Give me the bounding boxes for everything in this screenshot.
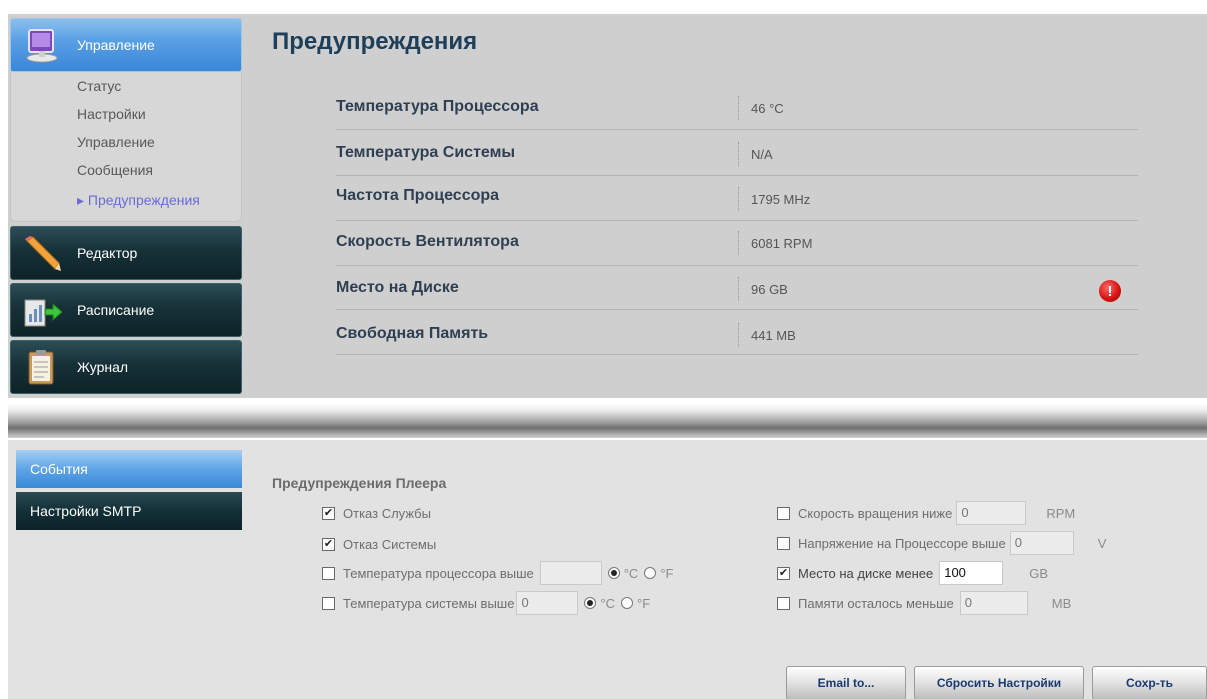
monitor-icon xyxy=(23,27,63,65)
disk-below-label: Место на диске менее xyxy=(798,565,934,581)
sys-temp-celsius-radio[interactable] xyxy=(584,597,597,609)
sys-temp-above-label: Температура системы выше xyxy=(343,595,515,611)
cpu-voltage-above-label: Напряжение на Процессоре выше xyxy=(798,535,1006,551)
service-failure-checkbox[interactable]: ✔ xyxy=(322,506,335,520)
system-failure-label: Отказ Системы xyxy=(343,536,437,552)
nav-management-label: Управление xyxy=(77,37,155,53)
fan-below-option: Скорость вращения ниже 0 RPM xyxy=(777,501,1075,525)
row-value-cpu-temp: 46 °C xyxy=(738,96,784,120)
tab-events[interactable]: События xyxy=(16,450,242,488)
clipboard-icon xyxy=(23,349,63,387)
disk-below-checkbox[interactable]: ✔ xyxy=(777,566,790,580)
cpu-temp-above-option: Температура процессора выше °C °F xyxy=(322,561,673,585)
nav-schedule-button[interactable]: Расписание xyxy=(10,283,242,337)
row-label-fan-speed: Скорость Вентилятора xyxy=(336,233,519,250)
submenu-settings[interactable]: Настройки xyxy=(77,106,146,122)
fan-below-label: Скорость вращения ниже xyxy=(798,505,953,521)
service-failure-label: Отказ Службы xyxy=(343,505,431,521)
system-failure-option: ✔ Отказ Системы xyxy=(322,532,436,556)
nav-editor-button[interactable]: Редактор xyxy=(10,226,242,280)
sys-temp-above-option: Температура системы выше 0 °C °F xyxy=(322,591,650,615)
disk-below-unit: GB xyxy=(1029,565,1049,581)
row-divider xyxy=(336,309,1138,310)
row-value-cpu-frequency: 1795 MHz xyxy=(738,187,810,211)
cpu-temp-celsius-radio[interactable] xyxy=(607,567,620,579)
cpu-temp-fahrenheit-radio[interactable] xyxy=(644,567,657,579)
memory-below-label: Памяти осталось меньше xyxy=(798,595,954,611)
tab-smtp-settings[interactable]: Настройки SMTP xyxy=(16,492,242,530)
sys-temp-fahrenheit-radio[interactable] xyxy=(621,597,634,609)
sys-temp-above-checkbox[interactable] xyxy=(322,596,335,610)
submenu-management[interactable]: Управление xyxy=(77,134,155,150)
nav-management-button[interactable]: Управление xyxy=(10,18,242,72)
memory-below-checkbox[interactable] xyxy=(777,596,790,610)
cpu-voltage-above-option: Напряжение на Процессоре выше 0 V xyxy=(777,531,1106,555)
row-label-system-temp: Температура Системы xyxy=(336,144,516,161)
row-divider xyxy=(336,220,1138,221)
pencil-icon xyxy=(23,235,63,273)
row-value-free-memory: 441 MB xyxy=(738,323,796,347)
cpu-voltage-above-unit: V xyxy=(1097,535,1107,551)
memory-below-option: Памяти осталось меньше 0 MB xyxy=(777,591,1071,615)
section-separator xyxy=(8,404,1207,438)
fan-below-unit: RPM xyxy=(1046,505,1076,521)
nav-journal-button[interactable]: Журнал xyxy=(10,340,242,394)
cpu-temp-above-input[interactable] xyxy=(539,561,602,585)
save-button[interactable]: Сохр-ть xyxy=(1092,666,1207,699)
row-divider xyxy=(336,175,1138,176)
player-alerts-title: Предупреждения Плеера xyxy=(272,475,447,491)
memory-below-unit: MB xyxy=(1051,595,1072,611)
row-value-system-temp: N/A xyxy=(738,142,773,166)
schedule-icon xyxy=(23,292,63,330)
memory-below-input[interactable]: 0 xyxy=(959,591,1028,615)
cpu-voltage-above-input[interactable]: 0 xyxy=(1009,531,1074,555)
cpu-temp-above-label: Температура процессора выше xyxy=(343,565,534,581)
management-submenu: Статус Настройки Управление Сообщения ▸ … xyxy=(10,72,242,222)
nav-editor-label: Редактор xyxy=(77,245,138,261)
row-divider xyxy=(336,129,1138,130)
row-label-cpu-frequency: Частота Процессора xyxy=(336,187,500,204)
submenu-warnings[interactable]: ▸ Предупреждения xyxy=(77,192,200,209)
row-value-fan-speed: 6081 RPM xyxy=(738,231,812,255)
sys-temp-fahrenheit-label: °F xyxy=(637,595,651,611)
email-to-button[interactable]: Email to... xyxy=(786,666,906,699)
page-title: Предупреждения xyxy=(272,28,478,55)
nav-schedule-label: Расписание xyxy=(77,302,155,318)
sys-temp-celsius-label: °C xyxy=(600,595,616,611)
row-label-cpu-temp: Температура Процессора xyxy=(336,98,539,115)
cpu-temp-fahrenheit-label: °F xyxy=(660,565,674,581)
cpu-temp-above-checkbox[interactable] xyxy=(322,566,335,580)
row-value-disk-space: 96 GB xyxy=(738,277,788,301)
row-divider xyxy=(336,354,1138,355)
system-failure-checkbox[interactable]: ✔ xyxy=(322,537,335,551)
nav-journal-label: Журнал xyxy=(77,359,129,375)
reset-settings-button[interactable]: Сбросить Настройки xyxy=(914,666,1084,699)
row-label-free-memory: Свободная Память xyxy=(336,325,489,342)
exclamation-icon: ! xyxy=(1099,280,1121,302)
fan-below-input[interactable]: 0 xyxy=(956,501,1027,525)
disk-below-option: ✔ Место на диске менее 100 GB xyxy=(777,561,1048,585)
service-failure-option: ✔ Отказ Службы xyxy=(322,501,431,525)
cpu-temp-celsius-label: °C xyxy=(623,565,639,581)
cpu-voltage-above-checkbox[interactable] xyxy=(777,536,790,550)
submenu-messages[interactable]: Сообщения xyxy=(77,162,153,178)
fan-below-checkbox[interactable] xyxy=(777,506,790,520)
row-label-disk-space: Место на Диске xyxy=(336,279,459,296)
sys-temp-above-input[interactable]: 0 xyxy=(516,591,579,615)
row-divider xyxy=(336,265,1138,266)
submenu-status[interactable]: Статус xyxy=(77,78,121,94)
disk-below-input[interactable]: 100 xyxy=(939,561,1004,585)
